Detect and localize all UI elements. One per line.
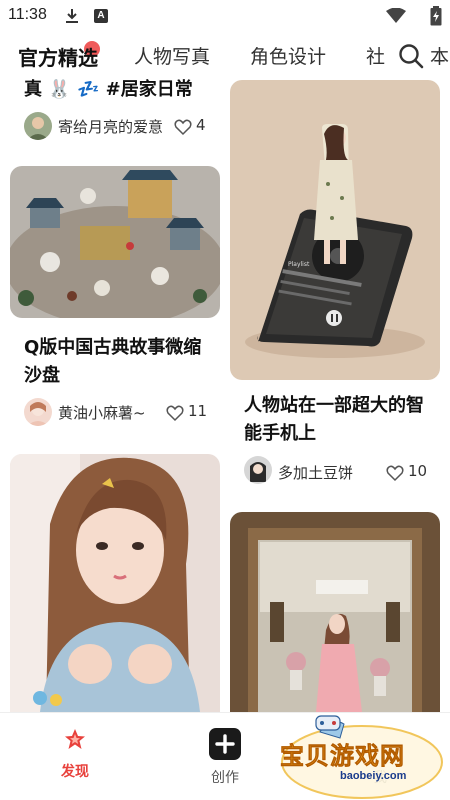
search-icon[interactable] [398, 43, 424, 69]
heart-icon[interactable] [174, 118, 192, 136]
author-name[interactable]: 多加土豆饼 [278, 462, 353, 483]
avatar[interactable] [244, 456, 272, 484]
feed-card-giant-phone[interactable]: Playlist 人物站在一部超大的智能手机上 多加土豆饼 10 [230, 80, 440, 492]
status-bar: 11:38 A [0, 0, 450, 32]
feed-card-miniature-sandbox[interactable]: Q版中国古典故事微缩沙盘 黄油小麻薯~ 11 [10, 166, 220, 442]
download-icon [66, 9, 78, 23]
tab-community[interactable]: 社 [366, 42, 392, 69]
card-title: 真 🐰 💤 #居家日常 [24, 79, 193, 100]
tab-portraits[interactable]: 人物写真 [134, 42, 210, 69]
like-count: 11 [188, 402, 208, 420]
category-tab-bar: 官方精选 人物写真 角色设计 社 本 [0, 36, 450, 76]
star-icon [65, 729, 85, 749]
feed-card-home-daily[interactable]: 真 🐰 💤 #居家日常 寄给月亮的爱意 4 [10, 76, 220, 160]
nav-create[interactable]: 创作 [200, 727, 250, 787]
status-time: 11:38 [8, 6, 47, 23]
like-count: 10 [408, 462, 428, 480]
nav-discover[interactable]: 发现 [50, 727, 100, 781]
tab-official-picks[interactable]: 官方精选 [18, 42, 98, 71]
heart-icon[interactable] [166, 404, 184, 422]
avatar[interactable] [24, 112, 52, 140]
heart-icon[interactable] [386, 464, 404, 482]
card-title: 人物站在一部超大的智能手机上 [244, 395, 424, 444]
nav-label: 创作 [211, 770, 239, 786]
author-name[interactable]: 黄油小麻薯~ [58, 402, 146, 423]
feed-card-portrait[interactable] [10, 454, 220, 712]
card-image-sandbox[interactable] [10, 166, 220, 318]
like-count: 4 [196, 116, 206, 134]
wifi-icon [386, 8, 406, 23]
watermark-url: baobeiy.com [340, 770, 407, 782]
accessibility-a-icon: A [94, 9, 108, 23]
avatar[interactable] [24, 398, 52, 426]
watermark-logo: 宝贝游戏网 baobeiy.com [270, 710, 450, 800]
phone-screen-playlist: Playlist [288, 261, 310, 268]
tab-partial[interactable]: 本 [430, 42, 450, 69]
card-image-portrait[interactable] [10, 454, 220, 712]
card-title: Q版中国古典故事微缩沙盘 [24, 337, 202, 386]
author-name[interactable]: 寄给月亮的爱意 [58, 116, 163, 137]
watermark-text: 宝贝游戏网 [280, 742, 405, 771]
card-image-mirror[interactable] [230, 512, 440, 712]
feed-card-mirror-portrait[interactable] [230, 512, 440, 712]
battery-icon [430, 6, 442, 26]
plus-icon [209, 728, 241, 760]
nav-label: 发现 [61, 764, 89, 780]
card-image-giant-phone[interactable]: Playlist [230, 80, 440, 380]
tab-character-design[interactable]: 角色设计 [250, 42, 326, 69]
